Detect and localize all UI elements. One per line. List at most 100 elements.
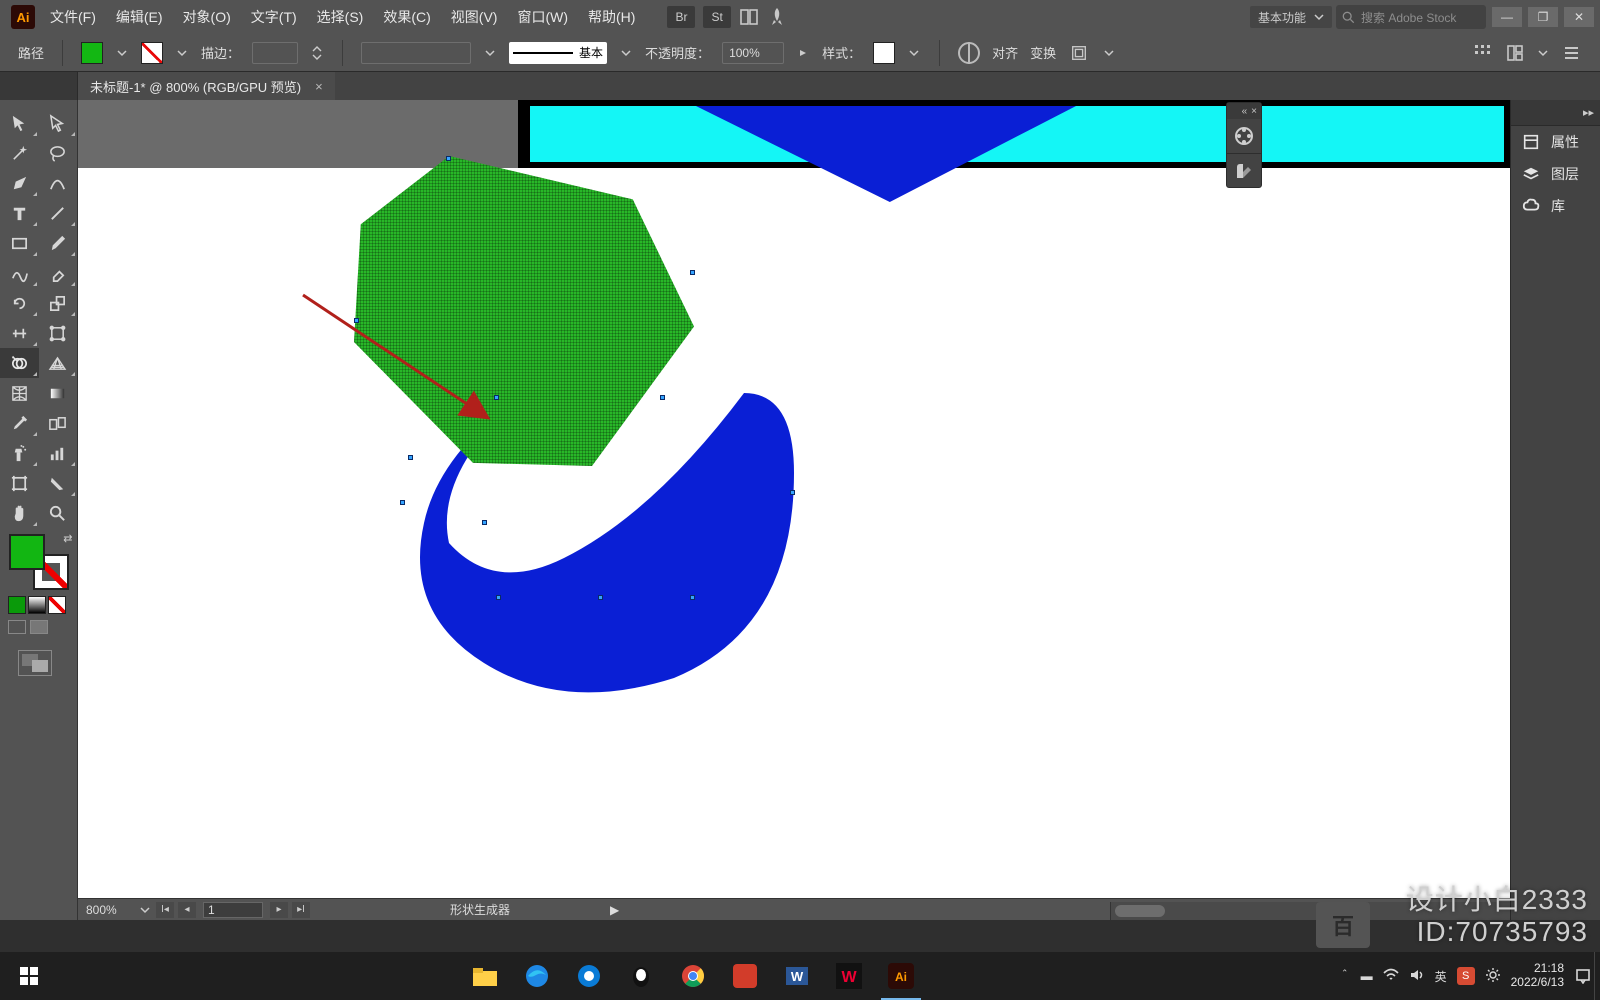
taskbar-edge[interactable] [511,952,563,1000]
vw-drop[interactable] [483,42,497,64]
column-graph-tool[interactable] [39,438,78,468]
stroke-weight-stepper[interactable] [310,42,324,64]
menu-edit[interactable]: 编辑(E) [106,0,173,34]
scale-tool[interactable] [39,288,78,318]
graphic-style-swatch[interactable] [873,42,895,64]
nav-first[interactable]: I◂ [156,902,174,918]
gpu-rocket-icon[interactable] [767,7,787,27]
width-tool[interactable] [0,318,39,348]
transform-drop[interactable] [1102,42,1116,64]
status-play-icon[interactable]: ▶ [610,903,619,917]
opacity-field[interactable]: 100% [722,42,784,64]
taskbar-chrome[interactable] [667,952,719,1000]
list-icon[interactable] [1560,42,1582,64]
taskbar-wps[interactable]: W [823,952,875,1000]
rotate-tool[interactable] [0,288,39,318]
menu-window[interactable]: 窗口(W) [507,0,578,34]
system-tray[interactable]: ＾ ▬ 英 S [1329,967,1511,986]
stock-button[interactable]: St [703,6,730,28]
tray-battery-icon[interactable]: ▬ [1361,969,1373,983]
perspective-grid-tool[interactable] [39,348,78,378]
hand-tool[interactable] [0,498,39,528]
menu-type[interactable]: 文字(T) [241,0,307,34]
rectangle-tool[interactable] [0,228,39,258]
selection-handle[interactable] [790,490,795,495]
menu-file[interactable]: 文件(F) [40,0,106,34]
workspace-switcher[interactable]: 基本功能 [1250,6,1332,28]
artboard-tool[interactable] [0,468,39,498]
artboard-number[interactable]: 1 [203,902,263,918]
brush-definition[interactable]: 基本 [509,42,607,64]
panel-collapse-icon[interactable]: « [1242,106,1248,117]
type-tool[interactable] [0,198,39,228]
taskbar-qq[interactable] [615,952,667,1000]
menu-object[interactable]: 对象(O) [173,0,241,34]
line-tool[interactable] [39,198,78,228]
magic-wand-tool[interactable] [0,138,39,168]
selection-handle[interactable] [400,500,405,505]
align-to-icon[interactable] [1472,42,1494,64]
taskbar-clock[interactable]: 21:18 2022/6/13 [1511,962,1572,990]
tray-wifi-icon[interactable] [1383,968,1399,985]
selection-handle[interactable] [446,156,451,161]
variable-width-profile[interactable] [361,42,471,64]
selection-handle[interactable] [408,455,413,460]
panel-layers[interactable]: 图层 [1511,158,1600,190]
eraser-tool[interactable] [39,258,78,288]
fill-dropdown[interactable] [115,42,129,64]
zoom-level[interactable]: 800% [78,903,138,917]
swatches-panel-icon[interactable] [1227,153,1261,187]
shape-builder-tool[interactable] [0,348,39,378]
curvature-tool[interactable] [39,168,78,198]
menu-select[interactable]: 选择(S) [307,0,374,34]
start-button[interactable] [0,952,58,1000]
show-desktop-button[interactable] [1594,952,1600,1000]
canvas-area[interactable]: «× 800% I◂ ◂ 1 ▸ ▸I 形状生成器 ▶ [78,100,1510,920]
tray-ime-icon[interactable]: S [1457,967,1475,985]
floating-panel-dock[interactable]: «× [1226,102,1262,188]
color-panel-icon[interactable] [1227,119,1261,153]
symbol-sprayer-tool[interactable] [0,438,39,468]
slice-tool[interactable] [39,468,78,498]
tray-settings-icon[interactable] [1485,967,1501,986]
brush-drop[interactable] [619,42,633,64]
screen-mode-full[interactable] [30,620,48,634]
selection-handle[interactable] [690,595,695,600]
panel-libraries[interactable]: 库 [1511,190,1600,222]
taskbar-app-blue[interactable] [563,952,615,1000]
selection-tool[interactable] [0,108,39,138]
window-close[interactable]: ✕ [1564,7,1594,27]
nav-prev[interactable]: ◂ [178,902,196,918]
direct-selection-tool[interactable] [39,108,78,138]
free-transform-tool[interactable] [39,318,78,348]
taskbar-app-red[interactable] [719,952,771,1000]
color-mode-solid[interactable] [8,596,26,614]
menu-effect[interactable]: 效果(C) [373,0,440,34]
fill-swatch[interactable] [81,42,103,64]
align-label[interactable]: 对齐 [992,43,1018,62]
menu-view[interactable]: 视图(V) [441,0,508,34]
taskbar-illustrator[interactable]: Ai [875,952,927,1000]
style-drop[interactable] [907,42,921,64]
adobe-stock-search[interactable]: 搜索 Adobe Stock [1336,5,1486,29]
doclayout-icon[interactable] [1504,42,1526,64]
document-tab[interactable]: 未标题-1* @ 800% (RGB/GPU 预览) × [78,72,335,100]
notifications-icon[interactable] [1572,952,1594,1000]
screen-mode-normal[interactable] [8,620,26,634]
shaper-tool[interactable] [0,258,39,288]
fill-stroke-control[interactable]: ⇄ [9,534,69,590]
gradient-tool[interactable] [39,378,78,408]
recolor-icon[interactable] [958,42,980,64]
taskbar-word[interactable]: W [771,952,823,1000]
stroke-weight-field[interactable] [252,42,298,64]
nav-last[interactable]: ▸I [292,902,310,918]
bridge-button[interactable]: Br [667,6,695,28]
selection-handle[interactable] [598,595,603,600]
pen-tool[interactable] [0,168,39,198]
panel-close-icon[interactable]: × [1251,106,1257,117]
draw-normal[interactable] [18,650,52,676]
tray-volume-icon[interactable] [1409,968,1425,985]
eyedropper-tool[interactable] [0,408,39,438]
nav-next[interactable]: ▸ [270,902,288,918]
color-mode-gradient[interactable] [28,596,46,614]
